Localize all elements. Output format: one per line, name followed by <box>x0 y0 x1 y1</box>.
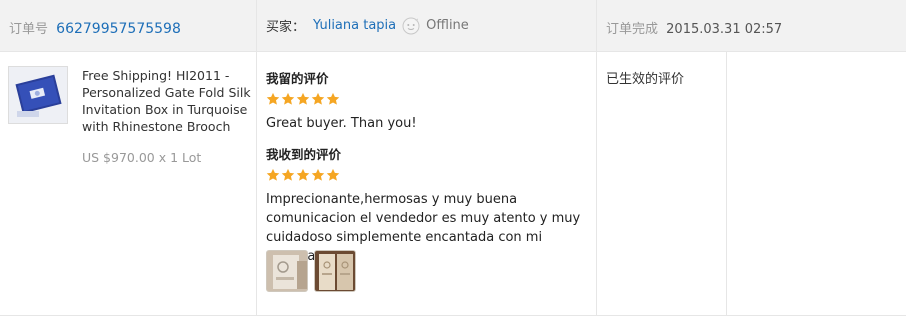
star-icon <box>311 92 325 105</box>
column-divider <box>726 52 727 316</box>
buyer-label: 买家： <box>266 20 306 35</box>
order-completed-group: 订单完成 2015.03.31 02:57 <box>606 18 782 37</box>
star-icon <box>266 92 280 105</box>
feedback-left-section: 我留的评价 Great buyer. Than you! <box>266 68 586 133</box>
header-divider <box>596 0 597 52</box>
buyer-name-link[interactable]: Yuliana tapia <box>313 18 396 33</box>
product-title-link[interactable]: Free Shipping! HI2011 - Personalized Gat… <box>82 67 252 135</box>
product-price: US $970.00 x 1 Lot <box>82 150 202 165</box>
star-icon <box>311 168 325 181</box>
feedback-received-heading: 我收到的评价 <box>266 147 342 162</box>
feedback-photo-thumbnail[interactable] <box>266 250 308 292</box>
feedback-received-stars <box>266 168 586 182</box>
order-row: Free Shipping! HI2011 - Personalized Gat… <box>0 52 906 316</box>
star-icon <box>326 92 340 105</box>
feedback-left-stars <box>266 92 586 106</box>
header-divider <box>256 0 257 52</box>
feedback-received-section: 我收到的评价 Imprecionante,hermosas y muy buen… <box>266 144 586 266</box>
star-icon <box>281 92 295 105</box>
star-icon <box>281 168 295 181</box>
star-icon <box>266 168 280 181</box>
chat-offline-icon[interactable] <box>402 17 420 35</box>
star-icon <box>296 92 310 105</box>
product-image[interactable] <box>8 66 68 124</box>
order-number-link[interactable]: 66279957575598 <box>56 21 181 37</box>
order-completed-label: 订单完成 <box>606 22 659 37</box>
feedback-status: 已生效的评价 <box>606 72 685 87</box>
buyer-group: 买家： Yuliana tapia Offline <box>266 16 469 35</box>
star-icon <box>296 168 310 181</box>
feedback-photos <box>266 250 356 292</box>
feedback-photo-thumbnail[interactable] <box>314 250 356 292</box>
order-number-label: 订单号 <box>9 22 49 37</box>
feedback-left-text: Great buyer. Than you! <box>266 116 417 131</box>
column-divider <box>596 52 597 316</box>
order-number-group: 订单号 66279957575598 <box>9 18 181 37</box>
star-icon <box>326 168 340 181</box>
column-divider <box>256 52 257 316</box>
feedback-left-heading: 我留的评价 <box>266 71 329 86</box>
buyer-status: Offline <box>426 18 469 33</box>
order-header: 订单号 66279957575598 买家： Yuliana tapia Off… <box>0 0 906 52</box>
order-completed-time: 2015.03.31 02:57 <box>666 22 783 37</box>
